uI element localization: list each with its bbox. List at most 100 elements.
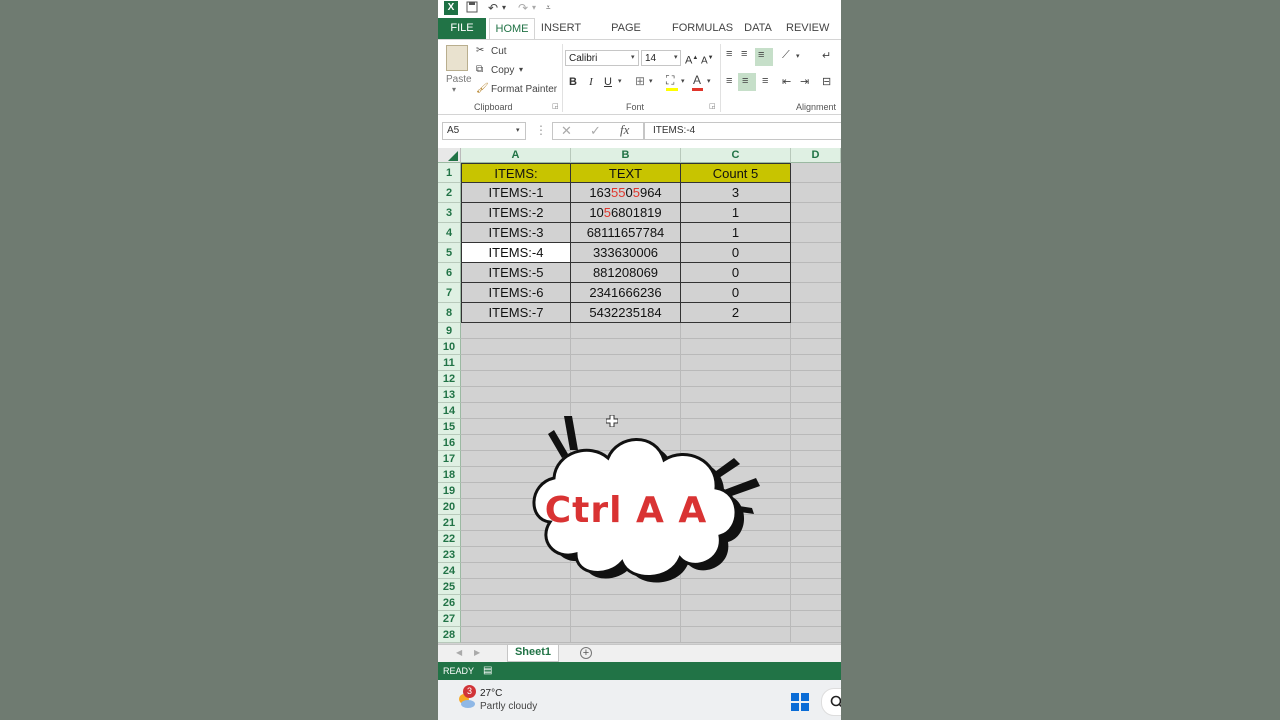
- customize-qat-icon[interactable]: ⩡: [546, 1, 551, 15]
- text-cell[interactable]: 2341666236: [571, 283, 681, 303]
- row-header[interactable]: 2: [438, 183, 461, 203]
- row-header[interactable]: 20: [438, 499, 461, 515]
- row-header[interactable]: 15: [438, 419, 461, 435]
- font-name-dropdown-icon[interactable]: ▾: [631, 53, 635, 61]
- row-header[interactable]: 23: [438, 547, 461, 563]
- row-header[interactable]: 6: [438, 263, 461, 283]
- row-header[interactable]: 17: [438, 451, 461, 467]
- paste-button[interactable]: Paste: [446, 74, 472, 85]
- undo-icon[interactable]: ↶: [488, 1, 498, 15]
- item-cell[interactable]: ITEMS:-5: [461, 263, 571, 283]
- scroll-sheets-right-icon[interactable]: ▶: [474, 648, 480, 657]
- fill-color-dropdown-icon[interactable]: ▾: [681, 77, 685, 85]
- redo-dropdown-icon[interactable]: ▾: [532, 1, 536, 15]
- row-header[interactable]: 5: [438, 243, 461, 263]
- copy-icon[interactable]: ⧉: [476, 64, 483, 75]
- windows-start-icon[interactable]: [790, 692, 810, 712]
- bold-button[interactable]: B: [566, 74, 580, 90]
- count-cell[interactable]: 2: [681, 303, 791, 323]
- text-cell[interactable]: 1635505964: [571, 183, 681, 203]
- grow-font-icon[interactable]: A▲: [685, 50, 698, 67]
- text-cell[interactable]: 68111657784: [571, 223, 681, 243]
- top-align-icon[interactable]: ≡: [726, 48, 732, 60]
- name-box[interactable]: A5: [442, 122, 526, 140]
- merge-center-icon[interactable]: ⊟: [822, 75, 831, 88]
- copy-dropdown-icon[interactable]: ▾: [519, 65, 523, 74]
- row-header[interactable]: 22: [438, 531, 461, 547]
- row-header[interactable]: 21: [438, 515, 461, 531]
- item-cell[interactable]: ITEMS:-6: [461, 283, 571, 303]
- row-header[interactable]: 18: [438, 467, 461, 483]
- count-cell[interactable]: 3: [681, 183, 791, 203]
- row-header[interactable]: 19: [438, 483, 461, 499]
- header-cell-c[interactable]: Count 5: [681, 163, 791, 183]
- row-header[interactable]: 8: [438, 303, 461, 323]
- sheet-tab-sheet1[interactable]: Sheet1: [507, 645, 559, 662]
- tab-home[interactable]: HOME: [489, 18, 535, 39]
- row-header[interactable]: 3: [438, 203, 461, 223]
- italic-button[interactable]: I: [584, 74, 598, 90]
- underline-dropdown-icon[interactable]: ▾: [618, 77, 622, 85]
- format-painter-button[interactable]: Format Painter: [491, 84, 557, 95]
- item-cell[interactable]: ITEMS:-3: [461, 223, 571, 243]
- column-header-c[interactable]: C: [681, 148, 791, 163]
- tab-file[interactable]: FILE: [438, 18, 486, 39]
- text-cell[interactable]: 881208069: [571, 263, 681, 283]
- clipboard-launcher-icon[interactable]: ◲: [552, 102, 559, 110]
- increase-indent-icon[interactable]: ⇥: [800, 75, 809, 88]
- borders-dropdown-icon[interactable]: ▾: [649, 77, 653, 85]
- count-cell[interactable]: 1: [681, 203, 791, 223]
- row-header[interactable]: 4: [438, 223, 461, 243]
- row-header[interactable]: 14: [438, 403, 461, 419]
- text-cell[interactable]: 333630006: [571, 243, 681, 263]
- undo-dropdown-icon[interactable]: ▾: [502, 1, 506, 15]
- shrink-font-icon[interactable]: A▼: [701, 50, 714, 66]
- orientation-dropdown-icon[interactable]: ▾: [796, 52, 800, 60]
- row-header[interactable]: 26: [438, 595, 461, 611]
- tab-data[interactable]: DATA: [741, 18, 775, 39]
- orientation-icon[interactable]: ⟋: [782, 49, 790, 62]
- enter-icon[interactable]: ✓: [590, 123, 601, 139]
- tab-formulas[interactable]: FORMULAS: [672, 18, 733, 39]
- font-launcher-icon[interactable]: ◲: [709, 102, 716, 110]
- header-cell-b[interactable]: TEXT: [571, 163, 681, 183]
- save-icon[interactable]: [466, 1, 478, 16]
- tab-page-layout[interactable]: PAGE LAYOUT: [591, 18, 661, 55]
- cancel-icon[interactable]: ✕: [561, 123, 572, 139]
- font-color-icon[interactable]: A: [693, 73, 701, 87]
- row-header[interactable]: 10: [438, 339, 461, 355]
- middle-align-icon[interactable]: ≡: [741, 48, 747, 60]
- count-cell[interactable]: 1: [681, 223, 791, 243]
- text-cell[interactable]: 5432235184: [571, 303, 681, 323]
- row-header[interactable]: 27: [438, 611, 461, 627]
- decrease-indent-icon[interactable]: ⇤: [782, 75, 791, 88]
- borders-icon[interactable]: ⊞: [635, 74, 645, 88]
- active-cell[interactable]: ITEMS:-4: [461, 243, 571, 263]
- item-cell[interactable]: ITEMS:-1: [461, 183, 571, 203]
- insert-function-button[interactable]: fx: [620, 122, 629, 138]
- new-sheet-button[interactable]: +: [580, 647, 592, 659]
- align-center-icon[interactable]: ≡: [742, 75, 748, 87]
- row-header[interactable]: 24: [438, 563, 461, 579]
- redo-icon[interactable]: ↷: [518, 1, 528, 15]
- name-box-dropdown-icon[interactable]: ▾: [516, 126, 520, 134]
- fill-color-icon[interactable]: ⛶: [666, 73, 674, 88]
- item-cell[interactable]: ITEMS:-7: [461, 303, 571, 323]
- column-header-d[interactable]: D: [791, 148, 841, 163]
- row-header[interactable]: 9: [438, 323, 461, 339]
- column-header-b[interactable]: B: [571, 148, 681, 163]
- cut-button[interactable]: Cut: [491, 46, 507, 57]
- bottom-align-icon[interactable]: ≡: [758, 49, 764, 61]
- formula-input[interactable]: ITEMS:-4: [644, 122, 841, 140]
- row-header[interactable]: 11: [438, 355, 461, 371]
- row-header[interactable]: 25: [438, 579, 461, 595]
- count-cell[interactable]: 0: [681, 243, 791, 263]
- count-cell[interactable]: 0: [681, 263, 791, 283]
- tab-review[interactable]: REVIEW: [786, 18, 829, 39]
- underline-button[interactable]: U: [601, 74, 615, 90]
- align-left-icon[interactable]: ≡: [726, 75, 732, 87]
- column-header-a[interactable]: A: [461, 148, 571, 163]
- paste-icon[interactable]: [446, 45, 468, 71]
- search-button[interactable]: [821, 688, 841, 716]
- select-all-button[interactable]: [438, 148, 461, 163]
